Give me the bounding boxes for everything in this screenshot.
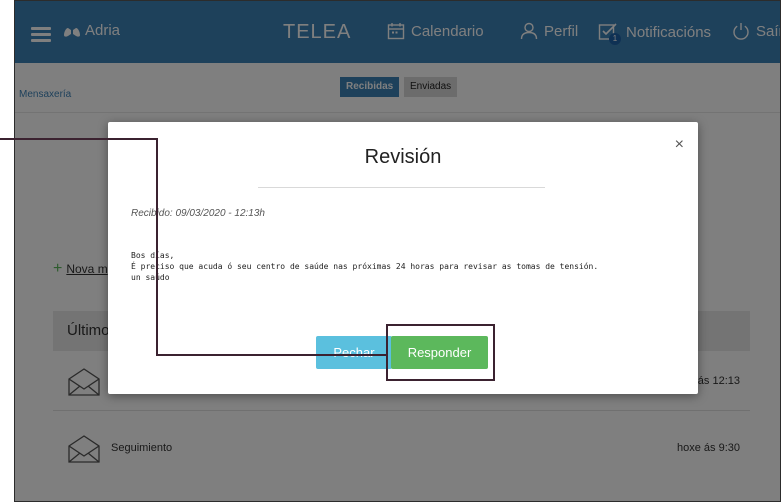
app-window: Adria TELEA Calendario Perfil (14, 0, 781, 502)
modal-title: Revisión (364, 146, 442, 168)
annotation-line-vertical (156, 138, 158, 356)
annotation-highlight-box (386, 324, 495, 381)
title-divider (258, 187, 545, 188)
close-button[interactable]: Pechar (316, 336, 392, 369)
received-date: Recibido: 09/03/2020 - 12:13h (131, 208, 265, 219)
message-body: Bos días, É preciso que acuda ó seu cent… (131, 251, 599, 282)
annotation-line-bottom (156, 354, 388, 356)
annotation-line-top (0, 138, 158, 140)
